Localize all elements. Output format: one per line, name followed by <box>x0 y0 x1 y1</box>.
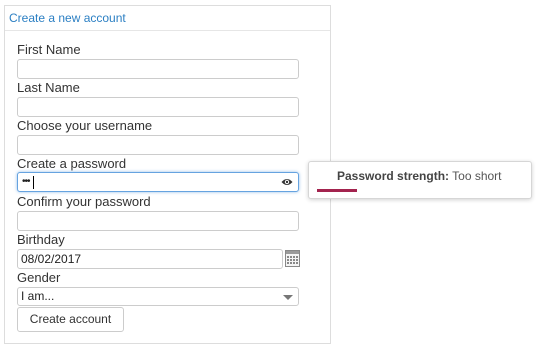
username-label: Choose your username <box>17 118 153 133</box>
password-strength-value: Too short <box>452 169 502 183</box>
create-account-panel: Create a new account First Name Last Nam… <box>4 5 331 344</box>
gender-select-value: I am... <box>21 289 55 303</box>
confirm-password-field[interactable] <box>17 211 299 231</box>
create-account-button[interactable]: Create account <box>17 307 124 332</box>
password-strength-title: Password strength: <box>337 169 450 183</box>
eye-icon[interactable] <box>281 177 293 187</box>
gender-label: Gender <box>17 270 61 285</box>
text-caret <box>33 176 34 189</box>
confirm-password-label: Confirm your password <box>17 194 151 209</box>
last-name-field[interactable] <box>17 97 299 117</box>
last-name-label: Last Name <box>17 80 80 95</box>
first-name-field[interactable] <box>17 59 299 79</box>
panel-heading: Create a new account <box>5 6 330 31</box>
password-strength-tooltip: Password strength: Too short <box>308 161 532 199</box>
username-field[interactable] <box>17 135 299 155</box>
password-strength-bar <box>317 189 357 192</box>
gender-select[interactable]: I am... <box>17 287 299 306</box>
birthday-field[interactable]: 08/02/2017 <box>17 249 283 269</box>
password-strength-text: Password strength: Too short <box>337 169 502 183</box>
password-mask: ••• <box>22 176 30 187</box>
calendar-icon[interactable] <box>285 250 300 267</box>
password-label: Create a password <box>17 156 127 171</box>
password-field[interactable]: ••• <box>17 172 299 192</box>
birthday-label: Birthday <box>17 232 65 247</box>
chevron-down-icon <box>283 295 293 300</box>
first-name-label: First Name <box>17 42 81 57</box>
